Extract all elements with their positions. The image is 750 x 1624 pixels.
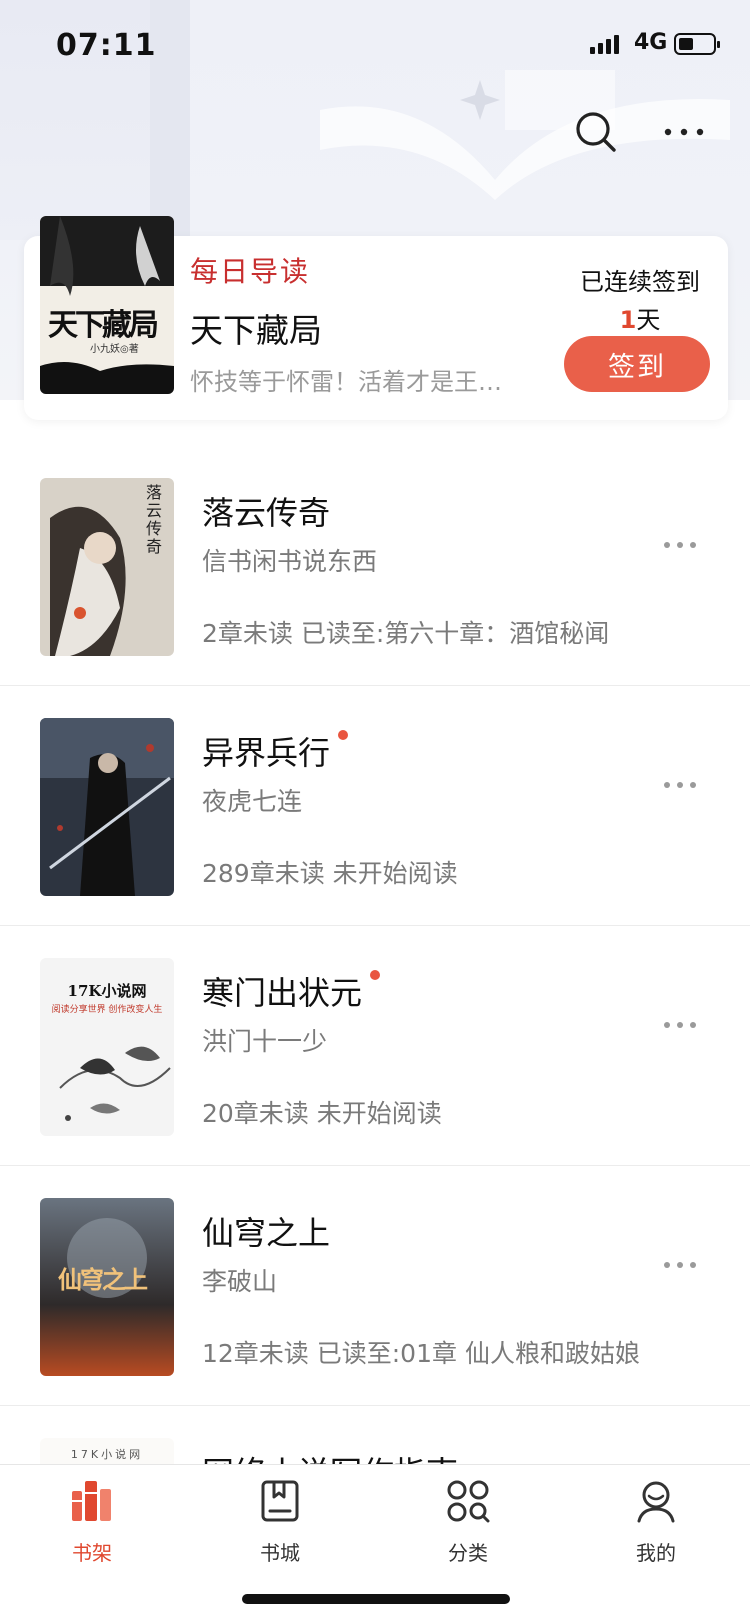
network-type: 4G xyxy=(634,30,668,55)
book-title[interactable]: 异界兵行 xyxy=(202,728,330,774)
tab-label: 书城 xyxy=(260,1541,300,1565)
book-cover[interactable] xyxy=(40,718,174,896)
checkin-days-unit: 天 xyxy=(636,306,661,334)
home-indicator xyxy=(242,1594,510,1604)
book-status: 2章未读 已读至:第六十章：酒馆秘闻 xyxy=(202,619,610,648)
tab-label: 书架 xyxy=(72,1541,112,1565)
tab-label: 我的 xyxy=(636,1541,676,1565)
book-row[interactable]: 仙穹之上 仙穹之上 李破山 12章未读 已读至:01章 仙人粮和跛姑娘 xyxy=(0,1166,750,1406)
book-more-button[interactable] xyxy=(664,782,700,794)
book-author: 夜虎七连 xyxy=(202,787,303,816)
daily-cover-author: 小九妖◎著 xyxy=(90,344,139,355)
book-row[interactable]: 落云传奇 落云传奇 信书闲书说东西 2章未读 已读至:第六十章：酒馆秘闻 xyxy=(0,446,750,686)
book-author: 李破山 xyxy=(202,1267,278,1296)
checkin-streak-days: 1天 xyxy=(575,300,705,335)
update-dot xyxy=(338,730,348,740)
book-status: 289章未读 未开始阅读 xyxy=(202,859,458,888)
book-row[interactable]: 17K小说网 阅读分享世界 创作改变人生 寒门出状元 洪门十一少 20章未读 未… xyxy=(0,926,750,1166)
book-author: 信书闲书说东西 xyxy=(202,547,378,576)
daily-book-title[interactable]: 天下藏局 xyxy=(190,304,322,352)
tab-profile[interactable]: 我的 xyxy=(596,1479,716,1569)
book-title[interactable]: 落云传奇 xyxy=(202,488,330,534)
daily-book-cover[interactable]: 天下藏局 小九妖◎著 xyxy=(40,216,174,394)
update-dot xyxy=(370,970,380,980)
status-time: 07:11 xyxy=(56,28,157,63)
category-icon xyxy=(447,1480,490,1523)
checkin-days-number: 1 xyxy=(619,306,637,334)
tab-label: 分类 xyxy=(448,1541,488,1565)
status-bar: 07:11 4G xyxy=(0,0,750,90)
book-row[interactable]: 异界兵行 夜虎七连 289章未读 未开始阅读 xyxy=(0,686,750,926)
tab-bookstore[interactable]: 书城 xyxy=(220,1479,340,1569)
daily-reading-tag: 每日导读 xyxy=(190,255,311,288)
book-more-button[interactable] xyxy=(664,542,700,554)
book-cover[interactable]: 仙穹之上 xyxy=(40,1198,174,1376)
book-title[interactable]: 仙穹之上 xyxy=(202,1208,330,1254)
signal-icon xyxy=(590,34,619,54)
checkin-button[interactable]: 签到 xyxy=(564,336,710,392)
daily-book-description: 怀技等于怀雷！活着才是王… xyxy=(190,368,502,396)
daily-cover-title: 天下藏局 xyxy=(48,308,159,343)
cover-title: 落云传奇 xyxy=(146,483,163,556)
tab-bookshelf[interactable]: 书架 xyxy=(32,1479,152,1569)
book-cover[interactable]: 17K小说网 阅读分享世界 创作改变人生 xyxy=(40,958,174,1136)
checkin-streak-label: 已连续签到 xyxy=(580,268,700,296)
tab-category[interactable]: 分类 xyxy=(408,1479,528,1569)
book-author: 洪门十一少 xyxy=(202,1027,328,1056)
search-icon[interactable] xyxy=(572,108,620,156)
profile-icon xyxy=(637,1481,675,1523)
book-cover[interactable]: 落云传奇 xyxy=(40,478,174,656)
battery-icon xyxy=(674,33,720,55)
cover-brand: 17K小说网 xyxy=(70,1448,144,1461)
bookstore-icon xyxy=(261,1480,299,1522)
more-icon[interactable] xyxy=(660,108,708,156)
book-status: 12章未读 已读至:01章 仙人粮和跛姑娘 xyxy=(202,1339,640,1368)
bookshelf-icon xyxy=(72,1481,111,1521)
cover-title: 仙穹之上 xyxy=(58,1265,148,1294)
book-title[interactable]: 寒门出状元 xyxy=(202,968,362,1014)
book-more-button[interactable] xyxy=(664,1262,700,1274)
book-status: 20章未读 未开始阅读 xyxy=(202,1099,442,1128)
book-more-button[interactable] xyxy=(664,1022,700,1034)
